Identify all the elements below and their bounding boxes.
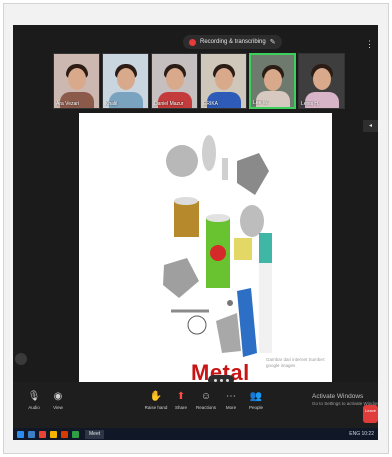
participant-face: [312, 68, 331, 90]
participant-face: [67, 68, 86, 90]
meeting-window: Recording & transcribing ✎ ⋮ ◂ Ara Vezar…: [13, 25, 378, 428]
wire-shape: [187, 315, 207, 335]
activate-windows-watermark: Activate Windows Go to Settings to activ…: [312, 393, 378, 406]
scissors-shape: [222, 158, 228, 180]
windows-taskbar: Meet ENG 10:22: [13, 428, 378, 440]
participant-tile[interactable]: ERIKA: [200, 53, 247, 109]
participant-face: [116, 68, 135, 90]
search-icon[interactable]: [28, 430, 35, 438]
bowl-shape: [240, 205, 264, 237]
toolbar-label: People: [248, 405, 263, 410]
crushed-can-shape: [237, 153, 269, 195]
participant-strip: Ara Vezari Khalil Daniel Mazur ERIKA Lee W. L…: [53, 53, 345, 109]
collapse-panel-icon[interactable]: ◂: [363, 120, 378, 132]
toolbar-label: View: [53, 405, 63, 410]
taskbar-app-button[interactable]: Meet: [85, 429, 105, 439]
participant-name: Khalil: [105, 101, 118, 107]
participant-name: Lenis H.: [301, 101, 320, 107]
recording-indicator[interactable]: Recording & transcribing ✎: [183, 35, 282, 49]
participant-tile[interactable]: Ara Vezari: [53, 53, 100, 109]
participant-tile[interactable]: Khalil: [102, 53, 149, 109]
recording-label: Recording & transcribing: [200, 39, 266, 45]
excel-icon[interactable]: [72, 430, 79, 438]
participants-icon: 👥: [249, 391, 263, 402]
yellow-can-shape: [234, 238, 252, 260]
participant-tile[interactable]: Daniel Mazur: [151, 53, 198, 109]
brown-can-top: [174, 197, 198, 205]
can-lid-shape: [166, 145, 198, 177]
participant-face: [165, 68, 184, 90]
system-tray[interactable]: ENG 10:22: [349, 431, 374, 437]
crushed-can-2-shape: [163, 258, 199, 298]
eye-button[interactable]: ◉ View: [43, 391, 73, 410]
windows-start-icon[interactable]: [17, 430, 24, 438]
gear-shape: [227, 300, 233, 306]
participant-name: Daniel Mazur: [154, 101, 184, 107]
participant-name: Ara Vezari: [56, 101, 80, 107]
participant-tile[interactable]: Lee W.: [249, 53, 296, 109]
foil-cap-shape: [259, 233, 272, 263]
participants-button[interactable]: 👥 People: [241, 391, 271, 410]
pot-shape: [216, 313, 241, 353]
office-icon[interactable]: [61, 430, 68, 438]
participant-name: Lee W.: [253, 100, 269, 106]
participant-face: [263, 69, 282, 91]
shared-slide: Metal Gambar dari internet Sumber: googl…: [79, 113, 332, 385]
participant-name: ERIKA: [203, 101, 219, 107]
file-explorer-icon[interactable]: [50, 430, 57, 438]
slide-illustration: [163, 135, 272, 357]
tomato-shape: [210, 245, 226, 261]
leave-button[interactable]: Leave: [363, 405, 378, 423]
green-can-top: [206, 214, 230, 222]
more-vert-icon[interactable]: ⋮: [365, 39, 374, 50]
pencil-icon[interactable]: ✎: [270, 38, 276, 46]
participant-tile[interactable]: Lenis H.: [298, 53, 345, 109]
chat-bubble-icon[interactable]: [15, 353, 27, 365]
eye-icon: ◉: [53, 391, 63, 402]
chrome-icon[interactable]: [39, 430, 46, 438]
brown-can-shape: [174, 201, 199, 237]
slide-source-note: Gambar dari internet Sumber: google imag…: [266, 357, 326, 368]
participant-face: [214, 68, 233, 90]
can-lid-side-shape: [202, 135, 216, 171]
record-dot-icon: [189, 38, 196, 46]
